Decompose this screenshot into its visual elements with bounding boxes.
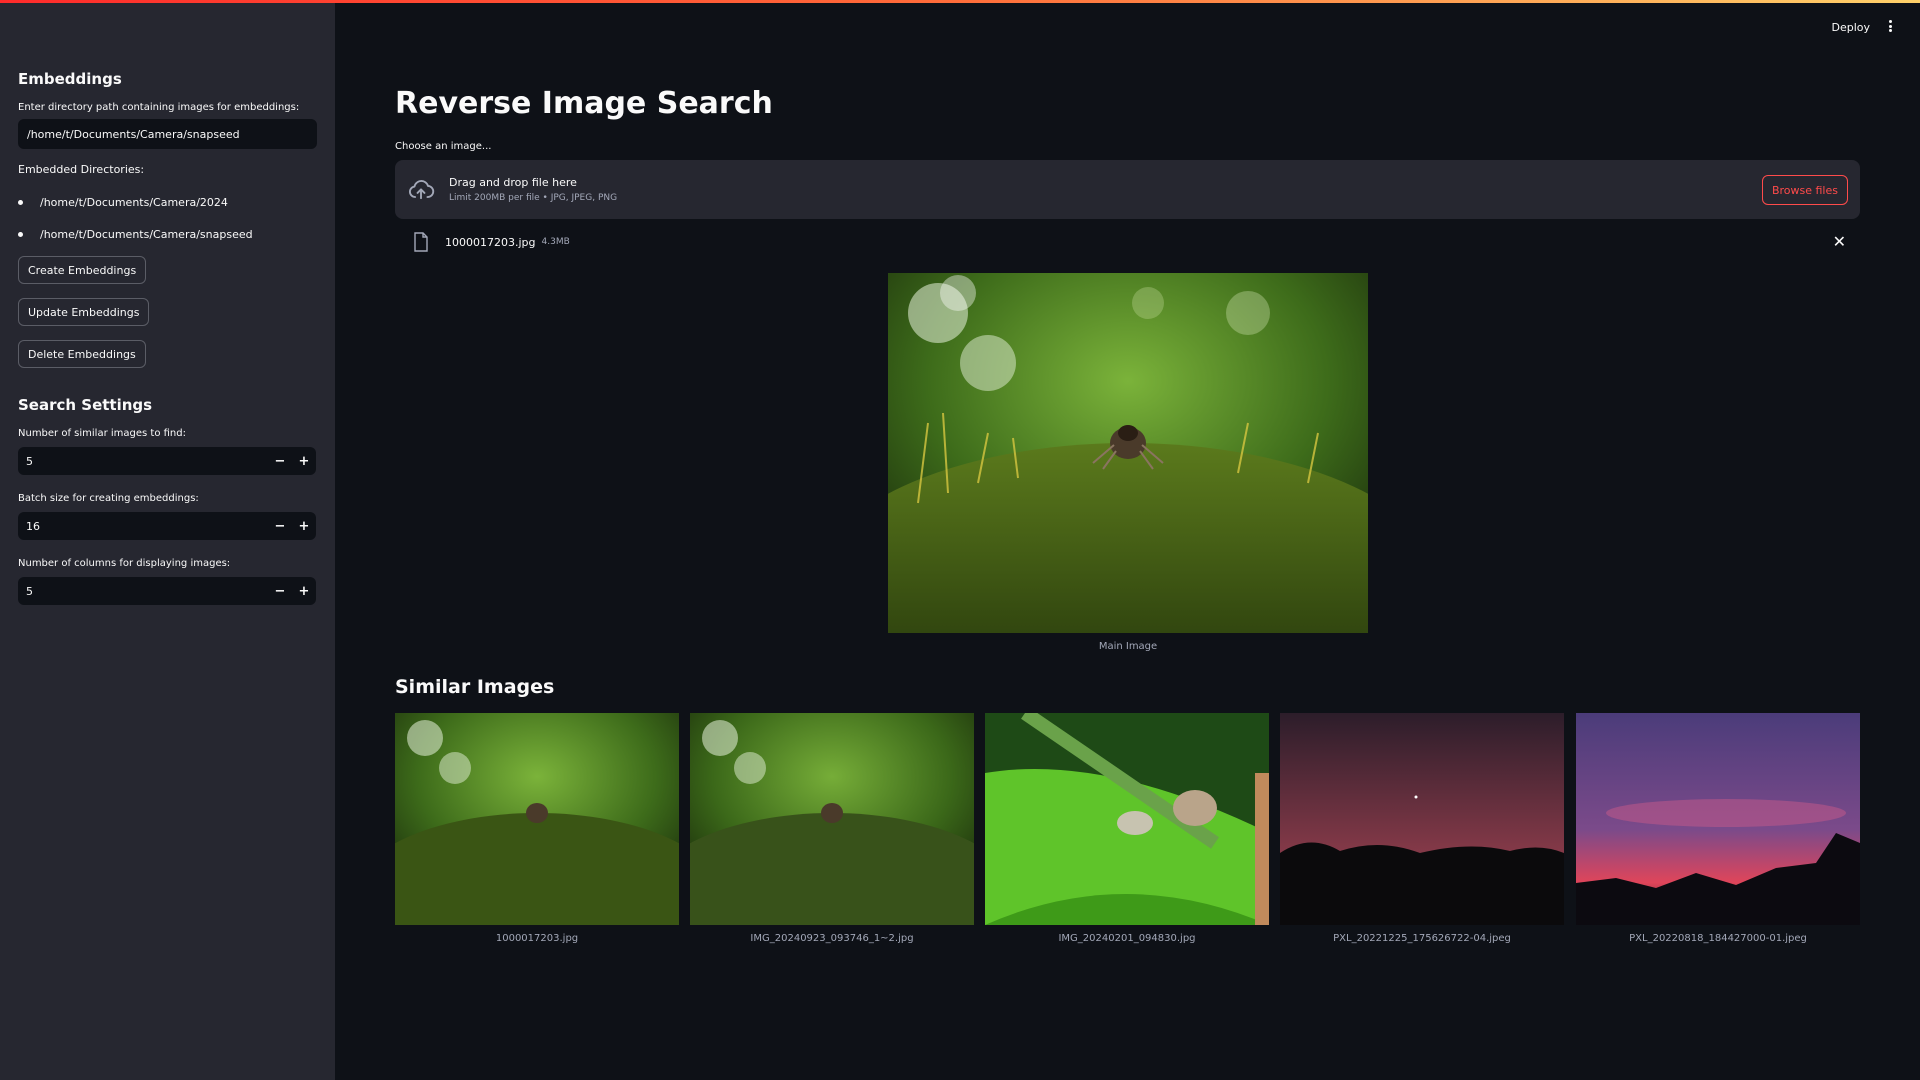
batch-size-stepper[interactable]: 16 − + <box>18 512 316 540</box>
num-similar-label: Number of similar images to find: <box>18 428 186 439</box>
similar-image-caption: 1000017203.jpg <box>495 933 579 944</box>
cloud-upload-icon <box>407 176 435 204</box>
dir-path-input[interactable]: /home/t/Documents/Camera/snapseed <box>18 119 317 149</box>
similar-images-heading: Similar Images <box>395 676 555 698</box>
bullet-icon <box>18 200 23 205</box>
dir-path-value: /home/t/Documents/Camera/snapseed <box>27 127 240 141</box>
embedded-dirs-list: /home/t/Documents/Camera/2024 /home/t/Do… <box>18 186 317 250</box>
batch-size-value[interactable]: 16 <box>18 520 268 533</box>
decrement-button[interactable]: − <box>268 447 292 475</box>
num-columns-value[interactable]: 5 <box>18 585 268 598</box>
deploy-button[interactable]: Deploy <box>1831 21 1870 34</box>
dropzone-limits: Limit 200MB per file • JPG, JPEG, PNG <box>449 193 618 203</box>
kebab-menu-icon[interactable] <box>1884 18 1896 34</box>
similar-image-card: 1000017203.jpg <box>395 713 679 944</box>
top-decoration-bar <box>0 0 1920 3</box>
search-settings-section: Search Settings Number of similar images… <box>18 396 317 605</box>
close-icon[interactable]: ✕ <box>1833 232 1846 251</box>
main-image <box>888 273 1368 633</box>
increment-button[interactable]: + <box>292 447 316 475</box>
similar-image <box>690 713 974 925</box>
main-image-caption: Main Image <box>1098 641 1158 652</box>
embedded-dirs-label: Embedded Directories: <box>18 163 145 176</box>
num-columns-label: Number of columns for displaying images: <box>18 558 231 569</box>
create-embeddings-button[interactable]: Create Embeddings <box>18 256 147 284</box>
browse-files-button[interactable]: Browse files <box>1761 175 1848 205</box>
decrement-button[interactable]: − <box>268 577 292 605</box>
increment-button[interactable]: + <box>292 512 316 540</box>
similar-image-caption: IMG_20240923_093746_1~2.jpg <box>750 933 914 944</box>
similar-image-caption: IMG_20240201_094830.jpg <box>1058 933 1196 944</box>
file-size: 4.3MB <box>541 237 570 247</box>
increment-button[interactable]: + <box>292 577 316 605</box>
similar-image <box>985 713 1269 925</box>
file-name: 1000017203.jpg <box>445 235 536 249</box>
list-item: /home/t/Documents/Camera/snapseed <box>18 218 317 250</box>
uploader-label: Choose an image... <box>395 141 492 152</box>
dir-input-label: Enter directory path containing images f… <box>18 102 300 113</box>
similar-image <box>1576 713 1860 925</box>
update-embeddings-button[interactable]: Update Embeddings <box>18 298 150 326</box>
sidebar: Embeddings Enter directory path containi… <box>0 0 335 1080</box>
similar-image-card: IMG_20240201_094830.jpg <box>985 713 1269 944</box>
similar-image <box>1280 713 1564 925</box>
main-content: Deploy Reverse Image Search Choose an im… <box>335 0 1920 1080</box>
bullet-icon <box>18 232 23 237</box>
similar-image <box>395 713 679 925</box>
uploaded-file-row: 1000017203.jpg 4.3MB ✕ <box>395 230 1860 254</box>
dir-path: /home/t/Documents/Camera/2024 <box>40 195 228 209</box>
similar-image-card: PXL_20220818_184427000-01.jpeg <box>1576 713 1860 944</box>
num-columns-stepper[interactable]: 5 − + <box>18 577 316 605</box>
decrement-button[interactable]: − <box>268 512 292 540</box>
dropzone-title: Drag and drop file here <box>449 176 577 189</box>
file-icon <box>413 232 429 252</box>
dir-path: /home/t/Documents/Camera/snapseed <box>40 227 253 241</box>
num-similar-value[interactable]: 5 <box>18 455 268 468</box>
delete-embeddings-button[interactable]: Delete Embeddings <box>18 340 146 368</box>
search-settings-heading: Search Settings <box>18 396 153 414</box>
similar-image-card: PXL_20221225_175626722-04.jpeg <box>1280 713 1564 944</box>
similar-images-grid: 1000017203.jpg IMG_20240923_093746_1~2.j… <box>395 713 1861 953</box>
list-item: /home/t/Documents/Camera/2024 <box>18 186 317 218</box>
num-similar-stepper[interactable]: 5 − + <box>18 447 316 475</box>
embeddings-heading: Embeddings <box>18 70 122 88</box>
similar-image-card: IMG_20240923_093746_1~2.jpg <box>690 713 974 944</box>
page-title: Reverse Image Search <box>395 86 773 121</box>
similar-image-caption: PXL_20221225_175626722-04.jpeg <box>1333 933 1511 944</box>
similar-image-caption: PXL_20220818_184427000-01.jpeg <box>1629 933 1807 944</box>
batch-size-label: Batch size for creating embeddings: <box>18 493 199 504</box>
file-dropzone[interactable]: Drag and drop file here Limit 200MB per … <box>395 160 1860 219</box>
